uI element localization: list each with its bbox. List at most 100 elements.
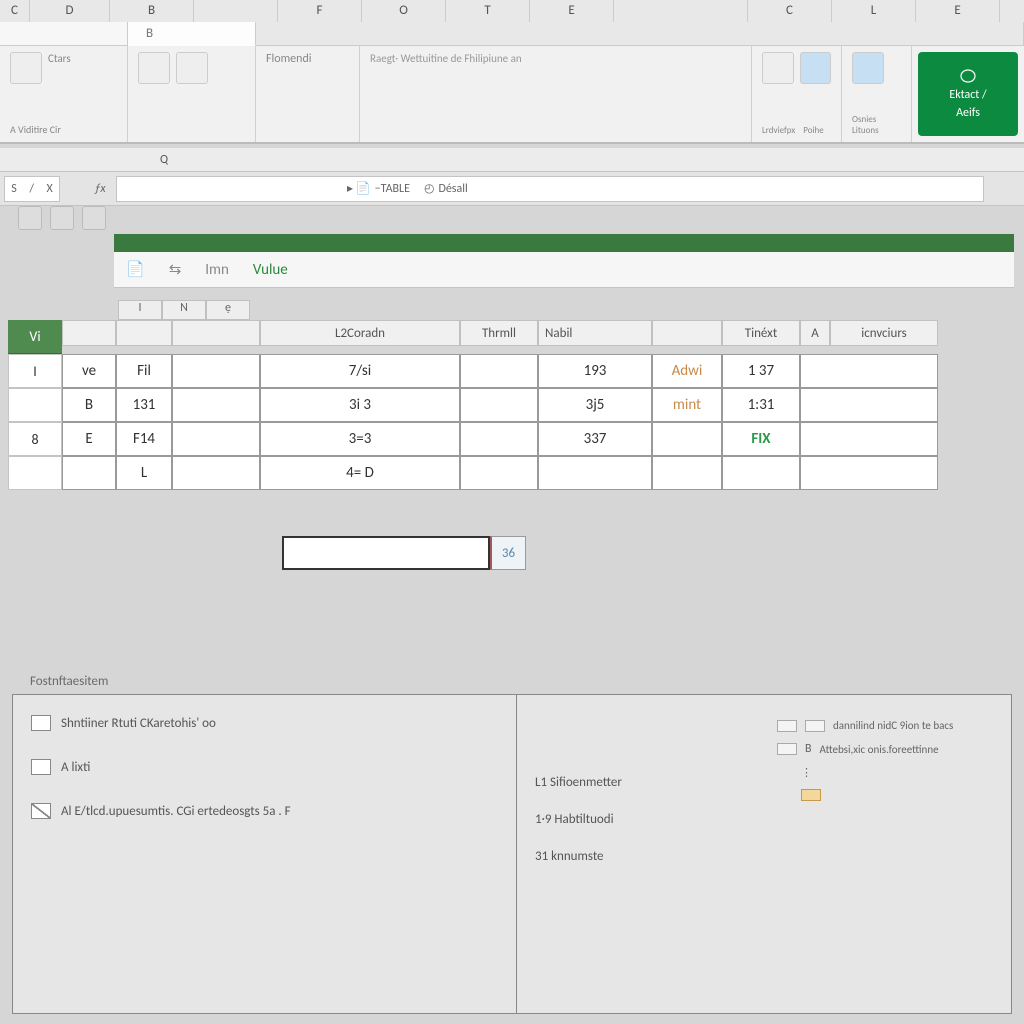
cell[interactable]: E — [62, 422, 116, 456]
cell[interactable] — [62, 456, 116, 490]
formula-bar[interactable]: ▸ 📄 −TABLE ◴ Désall — [116, 176, 984, 202]
ribbon-body: Ctars A Viditire Cir Flomendi Raegt· Wet… — [0, 46, 1024, 144]
formula-bar-item[interactable]: ▸ 📄 −TABLE — [347, 181, 410, 196]
cell[interactable]: Adwi — [652, 354, 722, 388]
cell[interactable]: Fil — [116, 354, 172, 388]
small-col-header[interactable]: N — [162, 300, 206, 320]
cell[interactable] — [800, 354, 938, 388]
ribbon-tab[interactable] — [0, 22, 128, 46]
panel-icon[interactable] — [18, 206, 42, 230]
row-number[interactable] — [8, 456, 62, 490]
formula-bar-item[interactable]: ◴ Désall — [424, 181, 468, 196]
small-col-header[interactable]: ẹ — [206, 300, 250, 320]
cell[interactable] — [722, 456, 800, 490]
reco-right-item[interactable]: BAttebsi,xic onis.foreettinne — [777, 742, 997, 756]
cell[interactable]: 3=3 — [260, 422, 460, 456]
col-header-tinex[interactable]: Tinéxt — [722, 320, 800, 346]
col-header-column[interactable]: L2Coradn — [260, 320, 460, 346]
col-header-a[interactable]: A — [800, 320, 830, 346]
reco-mid-item[interactable]: L1 Sifioenmetter — [535, 775, 745, 790]
cell[interactable]: F14 — [116, 422, 172, 456]
row-number[interactable]: 8 — [8, 422, 62, 456]
reco-right-item[interactable] — [777, 789, 997, 801]
generic-icon[interactable] — [762, 52, 794, 84]
reco-right-item[interactable]: dannilind nidC 9ion te bacs — [777, 719, 997, 732]
reco-mid-item[interactable]: 1·9 Habtiltuodi — [535, 812, 745, 827]
column-letter[interactable]: C — [748, 0, 832, 24]
font-icon-2[interactable] — [176, 52, 208, 84]
cell[interactable] — [172, 456, 260, 490]
row-number[interactable]: I — [8, 354, 62, 388]
cell[interactable] — [652, 456, 722, 490]
tab-arrows[interactable]: ⇆ — [169, 260, 182, 279]
panel-icon[interactable] — [50, 206, 74, 230]
cell[interactable]: 3i 3 — [260, 388, 460, 422]
cell[interactable]: 3j5 — [538, 388, 652, 422]
col-header-icnv[interactable]: icnvciurs — [830, 320, 938, 346]
column-letter[interactable]: O — [362, 0, 446, 24]
ribbon-tab-active[interactable]: B — [128, 22, 256, 46]
column-letter[interactable] — [614, 0, 748, 24]
reco-option[interactable]: Al E/tlcd.upuesumtis. CGi ertedeosgts 5a… — [31, 803, 498, 819]
cell[interactable] — [460, 388, 538, 422]
col-header[interactable] — [116, 320, 172, 346]
paste-icon[interactable] — [10, 52, 42, 84]
col-header[interactable] — [652, 320, 722, 346]
column-letter[interactable]: L — [832, 0, 916, 24]
cell[interactable]: 7/si — [260, 354, 460, 388]
column-letter[interactable]: E — [530, 0, 614, 24]
row-header-v[interactable]: Vi — [8, 320, 62, 354]
tab-icon[interactable]: 📄 — [126, 260, 145, 279]
cell[interactable] — [800, 422, 938, 456]
fx-icon[interactable]: ƒx — [90, 182, 110, 196]
reco-option[interactable]: Shntiiner Rtuti CKaretohis' oo — [31, 715, 498, 731]
tab-item-active[interactable]: Vulue — [253, 261, 288, 279]
column-letter[interactable]: C — [0, 0, 30, 24]
cell[interactable] — [460, 354, 538, 388]
generic-icon-blue[interactable] — [800, 52, 832, 84]
cell[interactable] — [800, 388, 938, 422]
cell[interactable]: 1:31 — [722, 388, 800, 422]
standalone-cell-input[interactable] — [282, 536, 490, 570]
cell[interactable]: B — [62, 388, 116, 422]
reco-right-item[interactable]: ⋮ — [777, 766, 997, 779]
column-letter[interactable]: T — [446, 0, 530, 24]
cell[interactable]: L — [116, 456, 172, 490]
font-icon[interactable] — [138, 52, 170, 84]
column-letter[interactable]: D — [30, 0, 110, 24]
column-letter[interactable]: E — [916, 0, 1000, 24]
ribbon-accent-button[interactable]: Ektact / Aeifs — [918, 52, 1018, 136]
tab-item[interactable]: Imn — [205, 261, 229, 279]
cell[interactable] — [800, 456, 938, 490]
cell[interactable]: FIX — [722, 422, 800, 456]
column-letter[interactable]: F — [278, 0, 362, 24]
cell[interactable] — [172, 388, 260, 422]
cell[interactable] — [172, 422, 260, 456]
column-letter[interactable] — [194, 0, 278, 24]
cell[interactable] — [652, 422, 722, 456]
generic-icon-blue[interactable] — [852, 52, 884, 84]
cell[interactable]: 337 — [538, 422, 652, 456]
cell[interactable] — [538, 456, 652, 490]
row-number[interactable] — [8, 388, 62, 422]
col-header[interactable] — [172, 320, 260, 346]
cell[interactable]: 193 — [538, 354, 652, 388]
cell[interactable]: 4= D — [260, 456, 460, 490]
cell[interactable] — [460, 456, 538, 490]
cell[interactable]: mint — [652, 388, 722, 422]
column-letter[interactable]: B — [110, 0, 194, 24]
cell[interactable]: 1 37 — [722, 354, 800, 388]
panel-icon[interactable] — [82, 206, 106, 230]
cell[interactable] — [172, 354, 260, 388]
accent-label-2: Aeifs — [956, 106, 980, 120]
col-header-thrmi[interactable]: Thrmll — [460, 320, 538, 346]
col-header-nabil[interactable]: Nabil — [538, 320, 652, 346]
cell[interactable]: 131 — [116, 388, 172, 422]
col-header[interactable] — [62, 320, 116, 346]
cell[interactable] — [460, 422, 538, 456]
cell[interactable]: ve — [62, 354, 116, 388]
name-box[interactable]: S/X — [4, 176, 60, 202]
reco-mid-item[interactable]: 31 knnumste — [535, 849, 745, 864]
reco-option[interactable]: A lixti — [31, 759, 498, 775]
small-col-header[interactable]: I — [118, 300, 162, 320]
